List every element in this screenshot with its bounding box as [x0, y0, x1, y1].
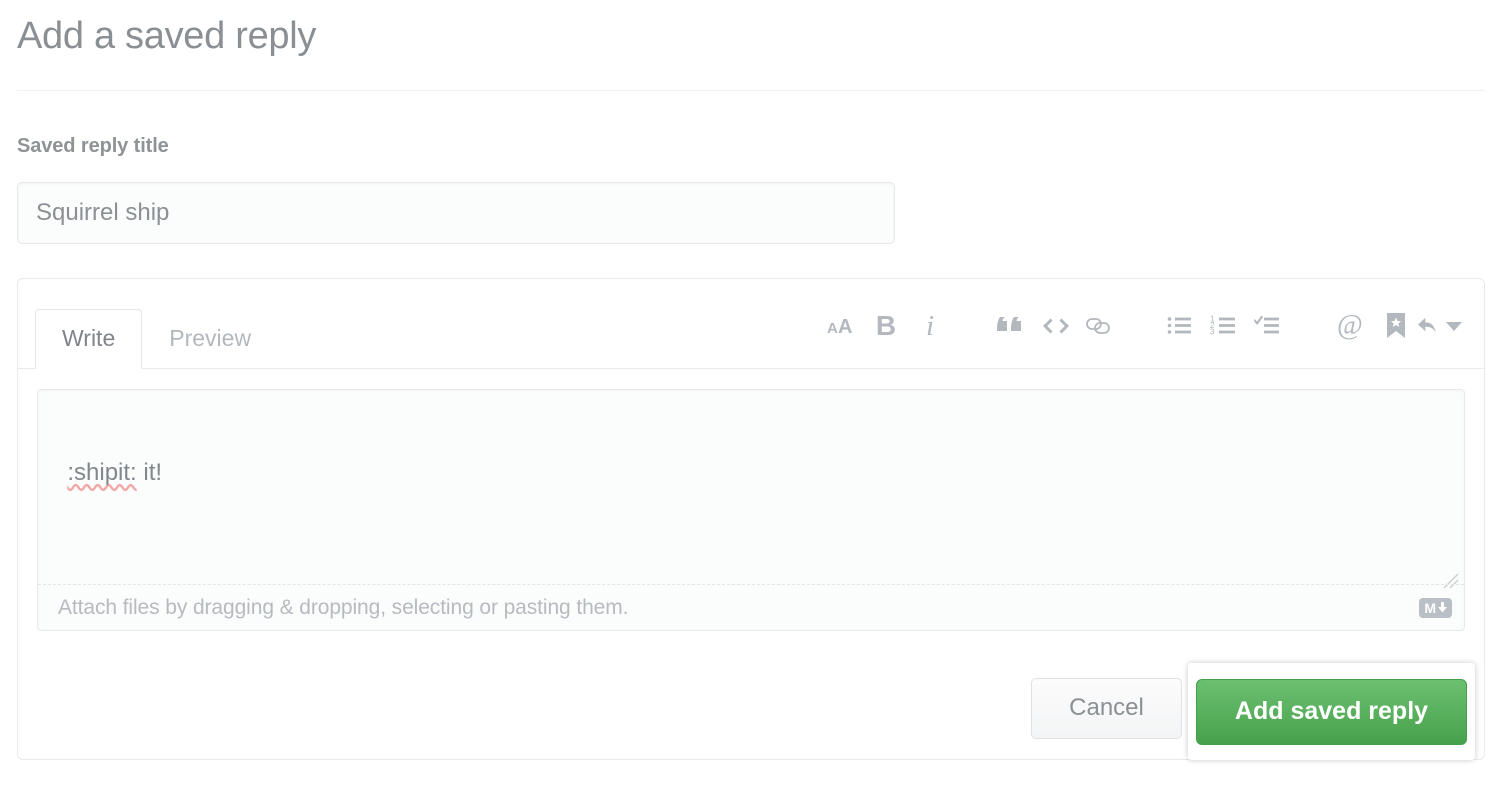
heading-icon[interactable]: A A	[820, 305, 864, 347]
header-divider	[17, 90, 1485, 91]
toolbar-group-extras: @	[1330, 305, 1462, 347]
toolbar-group-text: A A B i	[820, 305, 952, 347]
attach-files-label: Attach files by dragging & dropping, sel…	[58, 595, 629, 619]
editor-tabs: Write Preview	[35, 309, 278, 369]
comment-input-wrapper: Attach files by dragging & dropping, sel…	[37, 389, 1465, 631]
markdown-icon[interactable]: M	[1419, 597, 1452, 618]
svg-text:3: 3	[1210, 328, 1215, 337]
bold-icon[interactable]: B	[864, 305, 908, 347]
attach-files-row[interactable]: Attach files by dragging & dropping, sel…	[38, 585, 1464, 630]
link-icon[interactable]	[1078, 305, 1122, 347]
markdown-badge-letter: M	[1424, 599, 1436, 616]
task-list-icon[interactable]	[1248, 305, 1292, 347]
reply-icon[interactable]	[1418, 305, 1462, 347]
toolbar-group-lists: 1 2 3	[1160, 305, 1292, 347]
svg-text:A: A	[827, 320, 838, 337]
unordered-list-icon[interactable]	[1160, 305, 1204, 347]
tab-write[interactable]: Write	[35, 309, 143, 369]
tab-preview[interactable]: Preview	[142, 309, 278, 369]
cancel-button[interactable]: Cancel	[1031, 677, 1182, 739]
italic-icon[interactable]: i	[908, 305, 952, 347]
quote-icon[interactable]	[990, 305, 1034, 347]
saved-reply-title-input[interactable]	[17, 182, 895, 244]
saved-reply-icon[interactable]	[1374, 305, 1418, 347]
editor-header: Write Preview A A B i 1 2 3 @	[18, 279, 1484, 369]
page-title: Add a saved reply	[17, 15, 317, 57]
chevron-down-icon	[1446, 321, 1462, 331]
markdown-toolbar: A A B i 1 2 3 @	[820, 303, 1462, 349]
code-icon[interactable]	[1034, 305, 1078, 347]
saved-reply-title-label: Saved reply title	[17, 135, 169, 157]
toolbar-group-insert	[990, 305, 1122, 347]
comment-textarea[interactable]	[38, 390, 1464, 586]
add-saved-reply-button[interactable]: Add saved reply	[1196, 678, 1467, 745]
svg-text:A: A	[838, 316, 852, 337]
editor-body: Attach files by dragging & dropping, sel…	[18, 369, 1484, 739]
ordered-list-icon[interactable]: 1 2 3	[1204, 305, 1248, 347]
mention-icon[interactable]: @	[1330, 305, 1374, 347]
italic-glyph: i	[925, 309, 935, 342]
svg-text:@: @	[1337, 311, 1363, 341]
bold-glyph: B	[875, 310, 897, 341]
submit-button-highlight: Add saved reply	[1188, 663, 1475, 760]
page-header: Add a saved reply	[17, 14, 1485, 100]
